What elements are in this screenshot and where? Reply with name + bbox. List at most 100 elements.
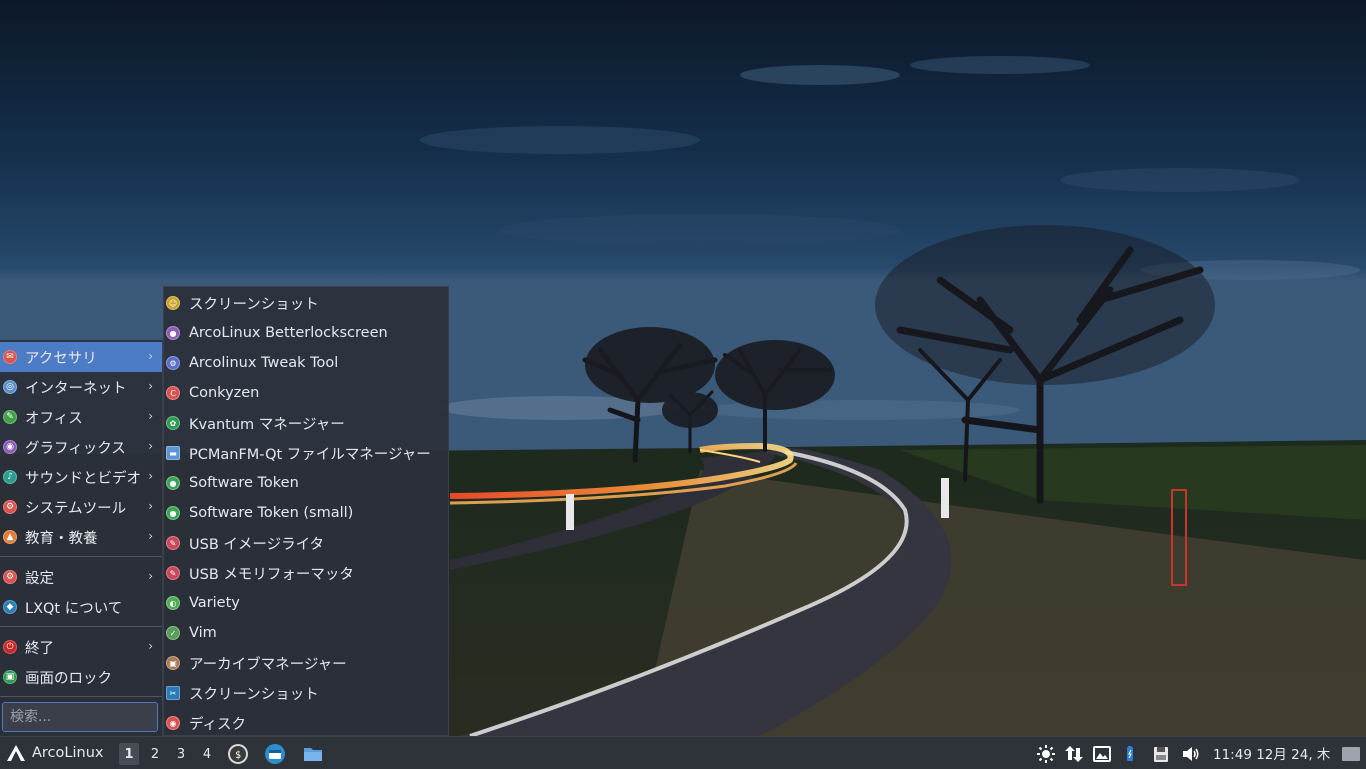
menu-item-system-tools[interactable]: ⚙ システムツール ›	[0, 492, 162, 522]
brightness-icon[interactable]	[1035, 743, 1057, 765]
submenu-item-label: ディスク	[189, 716, 246, 733]
submenu-item-archive-manager[interactable]: ▣ アーカイブマネージャー	[164, 648, 448, 678]
chevron-right-icon: ›	[148, 349, 153, 363]
tweak-tool-icon: ⚙	[166, 356, 180, 370]
submenu-item-variety[interactable]: ◐ Variety	[164, 588, 448, 618]
workspace-2-button[interactable]: 2	[145, 743, 165, 765]
menu-search-input[interactable]	[2, 702, 158, 732]
menu-item-label: 画面のロック	[25, 670, 112, 687]
application-menu: ✉ アクセサリ › ◎ インターネット › ✎ オフィス › ◉ グラフィックス…	[0, 340, 163, 736]
submenu-item-label: Kvantum マネージャー	[189, 416, 345, 433]
clock[interactable]: 11:49 12月 24, 木	[1213, 737, 1330, 769]
workspace-1-button[interactable]: 1	[119, 743, 139, 765]
screenshot-tray-icon[interactable]	[1091, 743, 1113, 765]
browser-launcher-icon[interactable]	[264, 743, 286, 765]
submenu-item-label: Software Token (small)	[189, 505, 354, 521]
lock-icon: ▣	[3, 670, 17, 684]
menu-item-internet[interactable]: ◎ インターネット ›	[0, 372, 162, 402]
kvantum-icon: ✿	[166, 416, 180, 430]
screenshot-tool-icon: ✂	[166, 686, 180, 700]
submenu-item-label: PCManFM-Qt ファイルマネージャー	[189, 446, 431, 463]
office-icon: ✎	[3, 410, 17, 424]
chevron-right-icon: ›	[148, 409, 153, 423]
power-icon: ⏻	[3, 640, 17, 654]
menu-item-education[interactable]: ▲ 教育・教養 ›	[0, 522, 162, 552]
menu-item-office[interactable]: ✎ オフィス ›	[0, 402, 162, 432]
submenu-item-label: アーカイブマネージャー	[189, 656, 347, 673]
menu-item-label: アクセサリ	[25, 350, 97, 367]
volume-icon[interactable]	[1180, 743, 1202, 765]
submenu-item-software-token[interactable]: ● Software Token	[164, 468, 448, 498]
submenu-item-label: USB イメージライタ	[189, 536, 325, 553]
screenshot-icon: ☺	[166, 296, 180, 310]
menu-item-label: オフィス	[25, 410, 83, 427]
system-tools-icon: ⚙	[3, 500, 17, 514]
terminal-launcher-icon[interactable]: $	[227, 743, 249, 765]
education-icon: ▲	[3, 530, 17, 544]
menu-separator	[0, 556, 162, 557]
submenu-item-label: USB メモリフォーマッタ	[189, 566, 354, 583]
arcolinux-logo-icon	[7, 745, 25, 761]
workspace-3-button[interactable]: 3	[171, 743, 191, 765]
internet-icon: ◎	[3, 380, 17, 394]
file-manager-launcher-icon[interactable]	[302, 743, 324, 765]
menu-item-label: グラフィックス	[25, 440, 126, 457]
submenu-item-label: Vim	[189, 625, 217, 641]
menu-separator	[0, 626, 162, 627]
disks-icon: ◉	[166, 716, 180, 730]
chevron-right-icon: ›	[148, 439, 153, 453]
usb-writer-icon: ✎	[166, 536, 180, 550]
folder-icon: ▬	[166, 446, 180, 460]
chevron-right-icon: ›	[148, 569, 153, 583]
submenu-item-betterlockscreen[interactable]: ● ArcoLinux Betterlockscreen	[164, 318, 448, 348]
menu-item-label: LXQt について	[25, 600, 123, 617]
graphics-icon: ◉	[3, 440, 17, 454]
menu-item-graphics[interactable]: ◉ グラフィックス ›	[0, 432, 162, 462]
submenu-item-screenshot-tool[interactable]: ✂ スクリーンショット	[164, 678, 448, 708]
menu-item-label: サウンドとビデオ	[25, 470, 141, 487]
submenu-item-tweak-tool[interactable]: ⚙ Arcolinux Tweak Tool	[164, 348, 448, 378]
battery-icon[interactable]	[1119, 743, 1141, 765]
submenu-item-label: スクリーンショット	[189, 296, 319, 313]
archive-icon: ▣	[166, 656, 180, 670]
menu-item-label: 設定	[25, 570, 54, 587]
submenu-item-software-token-small[interactable]: ● Software Token (small)	[164, 498, 448, 528]
workspace-4-button[interactable]: 4	[197, 743, 217, 765]
menu-item-lock-screen[interactable]: ▣ 画面のロック	[0, 662, 162, 692]
settings-icon: ⚙	[3, 570, 17, 584]
betterlockscreen-icon: ●	[166, 326, 180, 340]
submenu-item-vim[interactable]: ✓ Vim	[164, 618, 448, 648]
menu-item-shutdown[interactable]: ⏻ 終了 ›	[0, 632, 162, 662]
submenu-item-label: ArcoLinux Betterlockscreen	[189, 325, 388, 341]
taskbar: ArcoLinux 1 2 3 4 $ 11:49 12月 24, 木	[0, 736, 1366, 769]
submenu-item-label: Arcolinux Tweak Tool	[189, 355, 339, 371]
start-menu-button[interactable]: ArcoLinux	[6, 737, 103, 769]
lxqt-icon: ◆	[3, 600, 17, 614]
removable-drive-icon[interactable]	[1150, 743, 1172, 765]
chevron-right-icon: ›	[148, 379, 153, 393]
submenu-item-usb-formatter[interactable]: ✎ USB メモリフォーマッタ	[164, 558, 448, 588]
menu-item-accessories[interactable]: ✉ アクセサリ ›	[0, 342, 162, 372]
chevron-right-icon: ›	[148, 469, 153, 483]
submenu-item-usb-image-writer[interactable]: ✎ USB イメージライタ	[164, 528, 448, 558]
chevron-right-icon: ›	[148, 529, 153, 543]
submenu-item-screenshot[interactable]: ☺ スクリーンショット	[164, 288, 448, 318]
show-desktop-icon[interactable]	[1340, 743, 1362, 765]
network-transfer-icon[interactable]	[1063, 743, 1085, 765]
submenu-item-label: Variety	[189, 595, 240, 611]
menu-item-settings[interactable]: ⚙ 設定 ›	[0, 562, 162, 592]
menu-item-sound-video[interactable]: ♪ サウンドとビデオ ›	[0, 462, 162, 492]
submenu-item-label: Conkyzen	[189, 385, 260, 401]
multimedia-icon: ♪	[3, 470, 17, 484]
submenu-item-kvantum[interactable]: ✿ Kvantum マネージャー	[164, 408, 448, 438]
submenu-item-conkyzen[interactable]: C Conkyzen	[164, 378, 448, 408]
menu-item-about-lxqt[interactable]: ◆ LXQt について	[0, 592, 162, 622]
submenu-item-disks[interactable]: ◉ ディスク	[164, 708, 448, 738]
menu-item-label: システムツール	[25, 500, 127, 517]
vim-icon: ✓	[166, 626, 180, 640]
menu-item-label: 終了	[25, 640, 54, 657]
software-token-icon: ●	[166, 506, 180, 520]
menu-item-label: 教育・教養	[25, 530, 98, 547]
submenu-item-label: スクリーンショット	[189, 686, 319, 703]
submenu-item-pcmanfm[interactable]: ▬ PCManFM-Qt ファイルマネージャー	[164, 438, 448, 468]
